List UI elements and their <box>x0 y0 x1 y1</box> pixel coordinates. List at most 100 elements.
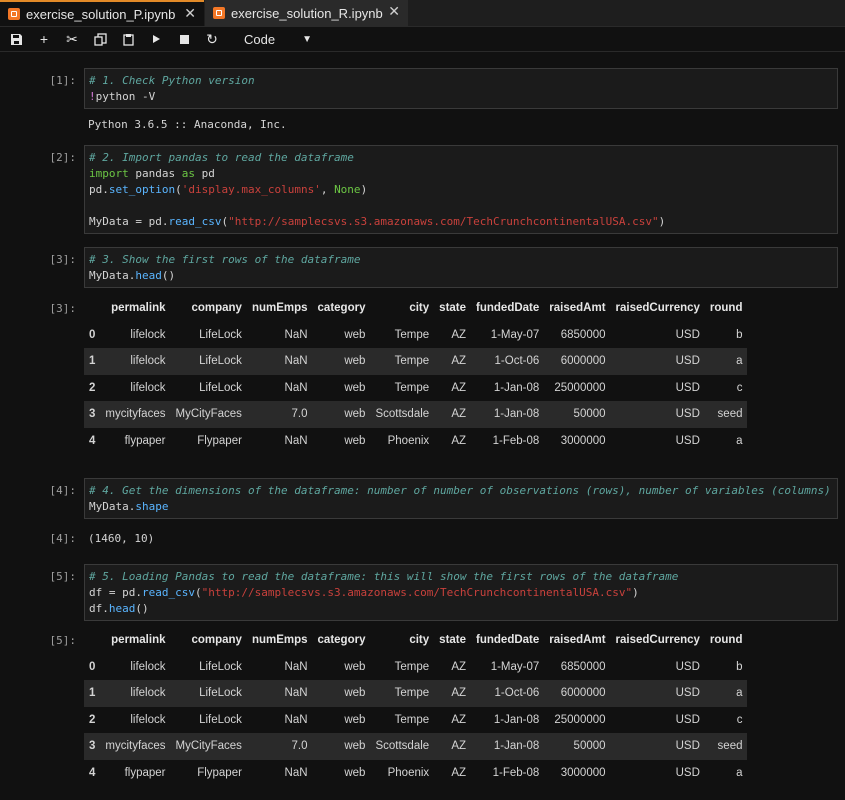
row-index: 4 <box>89 434 96 447</box>
table-cell: NaN <box>284 381 308 394</box>
table-cell: USD <box>610 733 705 760</box>
table-cell: 1-Oct-06 <box>471 348 545 375</box>
table-cell: Flypaper <box>197 434 242 447</box>
scissors-icon: ✂ <box>66 30 78 47</box>
column-header: state <box>439 634 467 647</box>
table-cell: USD <box>675 660 700 673</box>
copy-button[interactable] <box>86 27 114 51</box>
close-icon[interactable]: ✕ <box>184 5 196 22</box>
table-cell: AZ <box>451 766 467 779</box>
column-header: round <box>709 634 743 647</box>
table-cell: 3000000 <box>560 434 606 447</box>
table-cell: NaN <box>284 328 308 341</box>
table-cell: 1-Feb-08 <box>492 766 540 779</box>
code-cell-2[interactable]: # 2. Import pandas to read the dataframe… <box>84 145 838 234</box>
column-header: raisedCurrency <box>615 634 700 647</box>
stop-icon <box>179 34 189 44</box>
table-cell: Tempe <box>370 348 435 375</box>
table-cell: 6000000 <box>544 680 611 707</box>
table-cell: LifeLock <box>170 680 247 707</box>
restart-button[interactable]: ↻ <box>198 27 226 51</box>
table-cell: a <box>736 434 743 447</box>
table-cell: USD <box>610 348 705 375</box>
table-cell: lifelock <box>130 328 166 341</box>
add-cell-button[interactable]: + <box>30 27 58 51</box>
table-cell: lifelock <box>130 660 166 673</box>
code-cell-4[interactable]: # 4. Get the dimensions of the dataframe… <box>84 478 838 519</box>
tab-exercise-solution-r[interactable]: exercise_solution_R.ipynb ✕ <box>205 0 408 26</box>
column-header: permalink <box>111 634 166 647</box>
code-cell-5[interactable]: # 5. Loading Pandas to read the datafram… <box>84 564 838 621</box>
table-cell: LifeLock <box>199 660 242 673</box>
table-row: 3 mycityfaces MyCityFaces 7.0 web Scottsdale A… <box>84 401 748 428</box>
table-row: 2 lifelock LifeLock NaN web Tempe AZ 1-Jan-08 25… <box>84 707 747 734</box>
tab-label: exercise_solution_P.ipynb <box>26 6 176 22</box>
column-header: numEmps <box>251 302 308 315</box>
interrupt-button[interactable] <box>170 27 198 51</box>
table-cell: Scottsdale <box>370 401 435 428</box>
table-cell: a <box>736 766 743 779</box>
table-cell: c <box>736 381 743 394</box>
table-row: 4 flypaper Flypaper NaN web Phoenix AZ 1-Feb-08… <box>84 760 747 787</box>
table-row: 3 mycityfaces MyCityFaces 7.0 web Scottsdale A… <box>84 733 748 760</box>
row-index: 1 <box>84 348 101 375</box>
table-cell: USD <box>675 328 700 341</box>
table-cell: AZ <box>451 713 467 726</box>
table-cell: AZ <box>434 680 472 707</box>
cell-type-dropdown[interactable]: Code ▼ <box>236 27 320 51</box>
table-cell: flypaper <box>124 434 166 447</box>
table-cell: AZ <box>434 733 472 760</box>
row-index: 0 <box>89 660 96 673</box>
column-header: fundedDate <box>476 634 540 647</box>
table-cell: 6000000 <box>544 348 611 375</box>
cell-type-label: Code <box>244 31 276 47</box>
table-cell: MyCityFaces <box>170 733 247 760</box>
table-cell: web <box>344 381 366 394</box>
row-index: 2 <box>89 713 96 726</box>
restart-icon: ↻ <box>206 30 218 47</box>
table-row: 1 lifelock LifeLock NaN web Tempe AZ 1-Oct-06 60… <box>84 348 748 375</box>
notebook-icon <box>8 8 20 20</box>
row-index: 0 <box>89 328 96 341</box>
notebook-icon <box>213 7 225 19</box>
code-cell-3[interactable]: # 3. Show the first rows of the datafram… <box>84 247 838 288</box>
table-cell: NaN <box>246 348 313 375</box>
input-prompt: [2]: <box>49 151 77 164</box>
table-cell: web <box>312 348 371 375</box>
dataframe-table: permalink company numEmps category city state… <box>84 627 748 787</box>
run-button[interactable] <box>142 27 170 51</box>
paste-button[interactable] <box>114 27 142 51</box>
dataframe-table: permalink company numEmps category city state… <box>84 295 748 454</box>
plus-icon: + <box>39 31 49 47</box>
row-index: 2 <box>89 381 96 394</box>
column-header <box>84 295 100 322</box>
tab-exercise-solution-p[interactable]: exercise_solution_P.ipynb ✕ <box>0 0 204 26</box>
table-cell: AZ <box>451 381 467 394</box>
code-cell-1[interactable]: # 1. Check Python version !python -V <box>84 68 838 109</box>
table-cell: web <box>344 660 366 673</box>
column-header: city <box>409 634 430 647</box>
table-row: 1 lifelock LifeLock NaN web Tempe AZ 1-Oct-06 60… <box>84 680 748 707</box>
table-cell: Tempe <box>394 328 430 341</box>
output-text: (1460, 10) <box>88 532 155 545</box>
table-cell: AZ <box>434 348 472 375</box>
table-header-row: permalink company numEmps category city state… <box>84 627 747 654</box>
row-index: 4 <box>89 766 96 779</box>
table-cell: NaN <box>284 660 308 673</box>
column-header: raisedCurrency <box>615 302 700 315</box>
column-header: numEmps <box>251 634 308 647</box>
row-index: 1 <box>84 680 101 707</box>
column-header: fundedDate <box>476 302 540 315</box>
column-header: category <box>317 302 366 315</box>
cut-button[interactable]: ✂ <box>58 27 86 51</box>
output-text: Python 3.6.5 :: Anaconda, Inc. <box>88 118 287 131</box>
table-cell: lifelock <box>100 348 171 375</box>
chevron-down-icon: ▼ <box>302 33 312 45</box>
table-cell: mycityfaces <box>100 733 171 760</box>
close-icon[interactable]: ✕ <box>388 3 400 20</box>
table-cell: 1-Jan-08 <box>471 733 545 760</box>
column-header: round <box>709 302 743 315</box>
save-button[interactable] <box>2 27 30 51</box>
column-header: raisedAmt <box>549 302 606 315</box>
table-row: 2 lifelock LifeLock NaN web Tempe AZ 1-Jan-08 25… <box>84 375 747 402</box>
